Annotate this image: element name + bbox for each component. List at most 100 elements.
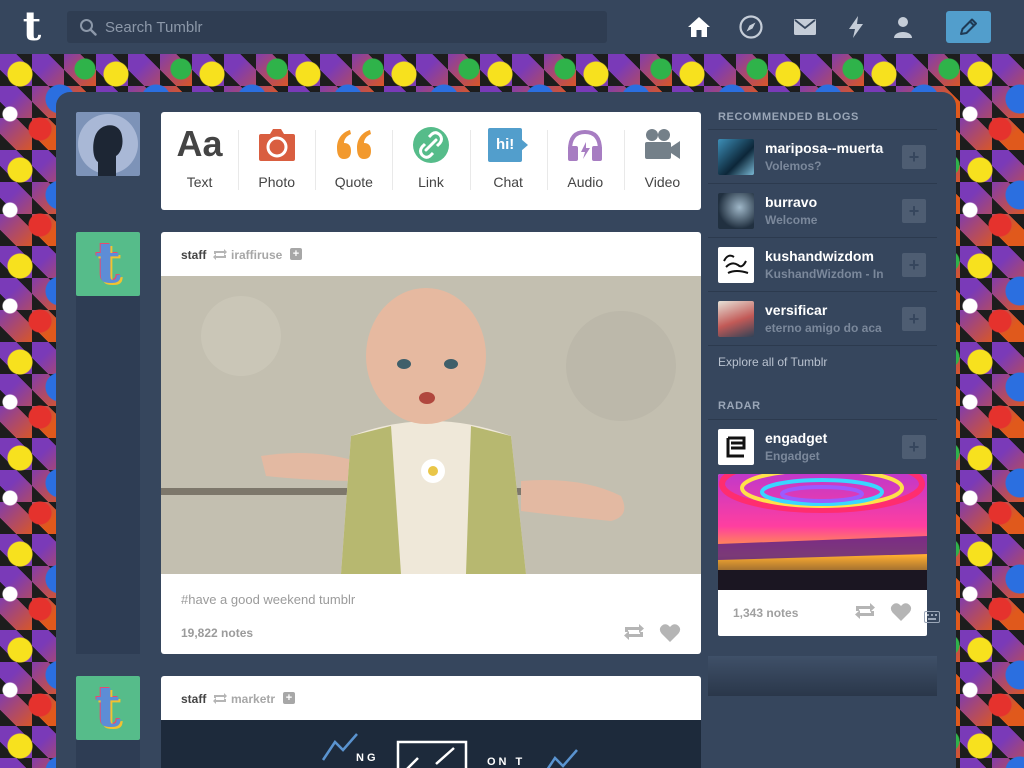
post-author-link[interactable]: staff xyxy=(181,248,206,262)
engadget-logo-icon xyxy=(726,436,746,458)
home-icon[interactable] xyxy=(686,14,712,40)
banner-logo-graphic xyxy=(396,740,468,768)
follow-blog-plus-icon[interactable]: + xyxy=(902,199,926,223)
radar-heading: RADAR xyxy=(718,400,761,412)
blog-name[interactable]: burravo xyxy=(765,194,895,210)
post-type-video-button[interactable]: Video xyxy=(623,112,701,210)
blog-title: eterno amigo do aca xyxy=(765,321,882,335)
compose-post-button[interactable] xyxy=(946,11,991,43)
post-type-label: Quote xyxy=(334,174,373,190)
recommended-blogs-heading: RECOMMENDED BLOGS xyxy=(718,111,859,123)
post-source-link[interactable]: marketr xyxy=(231,692,275,706)
user-silhouette-icon xyxy=(78,114,138,176)
blog-name[interactable]: mariposa--muerta xyxy=(765,140,895,156)
blog-avatar[interactable] xyxy=(718,247,754,283)
blog-avatar[interactable] xyxy=(718,193,754,229)
follow-plus-icon[interactable]: + xyxy=(283,692,295,704)
post-type-photo-button[interactable]: Photo xyxy=(238,112,315,210)
blog-title: Engadget xyxy=(765,449,820,463)
radar-post-footer: 1,343 notes xyxy=(718,590,927,636)
post-type-link-button[interactable]: Link xyxy=(392,112,469,210)
post-author-link[interactable]: staff xyxy=(181,692,206,706)
post-type-label: Video xyxy=(644,174,681,190)
banner-text-right: ON T xyxy=(487,756,526,768)
post-type-audio-button[interactable]: Audio xyxy=(546,112,624,210)
post-type-label: Audio xyxy=(567,174,604,190)
like-heart-icon[interactable] xyxy=(659,623,681,643)
messages-envelope-icon[interactable] xyxy=(792,14,818,40)
follow-blog-plus-icon[interactable]: + xyxy=(902,435,926,459)
banner-arrow-graphic xyxy=(546,749,578,768)
search-input[interactable] xyxy=(105,11,595,43)
quote-icon xyxy=(336,130,371,159)
follow-blog-plus-icon[interactable]: + xyxy=(902,253,926,277)
post-type-chat-button[interactable]: hi! Chat xyxy=(469,112,547,210)
blog-title: Volemos? xyxy=(765,159,822,173)
sidebar-bottom-gradient xyxy=(708,656,937,696)
post-type-label: Photo xyxy=(258,174,295,190)
link-icon xyxy=(412,127,449,163)
post-type-quote-button[interactable]: Quote xyxy=(315,112,392,210)
top-navigation-bar: t xyxy=(0,0,1024,54)
post-footer: 19,822 notes xyxy=(161,614,701,654)
post-type-text-button[interactable]: Aa Text xyxy=(161,112,238,210)
radar-post-card: 1,343 notes xyxy=(718,474,927,636)
avatar-sticky-strip xyxy=(76,740,140,768)
camera-icon xyxy=(258,129,295,161)
search-box[interactable] xyxy=(67,11,607,43)
account-person-icon[interactable] xyxy=(890,14,916,40)
post-type-label: Text xyxy=(186,174,213,190)
video-camera-icon xyxy=(645,129,681,159)
post-avatar-staff[interactable]: t xyxy=(76,232,140,296)
blog-title: KushandWizdom - In xyxy=(765,267,884,281)
follow-plus-icon[interactable]: + xyxy=(290,248,302,260)
post-type-chooser: Aa Text Photo Quote Link hi! Chat Audio … xyxy=(161,112,701,210)
post-caption: #have a good weekend tumblr xyxy=(161,574,701,614)
tumblr-t-avatar-icon: t xyxy=(95,232,121,296)
blog-name[interactable]: versificar xyxy=(765,302,895,318)
follow-blog-plus-icon[interactable]: + xyxy=(902,145,926,169)
post-notes-count[interactable]: 19,822 notes xyxy=(181,626,253,640)
like-heart-icon[interactable] xyxy=(890,602,912,622)
explore-all-link[interactable]: Explore all of Tumblr xyxy=(718,355,827,369)
keyboard-shortcuts-icon[interactable] xyxy=(924,611,940,623)
post-photo-doll[interactable] xyxy=(161,276,701,574)
blog-name[interactable]: engadget xyxy=(765,430,895,446)
blog-name[interactable]: kushandwizdom xyxy=(765,248,895,264)
recommended-blog-item[interactable]: versificar eterno amigo do aca + xyxy=(708,292,937,346)
avatar-sticky-strip xyxy=(76,296,140,654)
follow-blog-plus-icon[interactable]: + xyxy=(902,307,926,331)
banner-arrow-graphic xyxy=(321,733,358,761)
dashboard-container: Aa Text Photo Quote Link hi! Chat Audio … xyxy=(56,92,956,768)
post-type-label: Link xyxy=(418,174,444,190)
reblog-icon[interactable] xyxy=(854,602,876,620)
blog-avatar-engadget[interactable] xyxy=(718,429,754,465)
pencil-icon xyxy=(960,18,977,35)
radar-post-photo[interactable] xyxy=(718,474,927,590)
radar-notes-count[interactable]: 1,343 notes xyxy=(733,606,798,620)
post-banner-image[interactable]: NG ON T xyxy=(161,720,701,768)
tumblr-t-avatar-icon: t xyxy=(95,676,121,740)
tumblr-logo[interactable]: t xyxy=(14,7,50,47)
blog-avatar[interactable] xyxy=(718,301,754,337)
reblog-icon[interactable] xyxy=(623,623,645,641)
explore-compass-icon[interactable] xyxy=(738,14,764,40)
chat-icon: hi! xyxy=(488,128,529,162)
post-tag-link[interactable]: #have a good weekend tumblr xyxy=(181,592,355,607)
text-icon: Aa xyxy=(176,123,223,164)
recommended-blog-item[interactable]: mariposa--muerta Volemos? + xyxy=(708,130,937,184)
post-avatar-staff[interactable]: t xyxy=(76,676,140,740)
blog-title: Welcome xyxy=(765,213,818,227)
reblog-icon xyxy=(213,693,227,704)
blog-avatar[interactable] xyxy=(718,139,754,175)
activity-lightning-icon[interactable] xyxy=(843,14,869,40)
post-header: staff iraffiruse + xyxy=(161,232,701,276)
post-source-link[interactable]: iraffiruse xyxy=(231,248,282,262)
recommended-blog-item[interactable]: burravo Welcome + xyxy=(708,184,937,238)
post-card: staff marketr + NG ON T xyxy=(161,676,701,768)
recommended-blog-item[interactable]: kushandwizdom KushandWizdom - In + xyxy=(708,238,937,292)
radar-blog-item[interactable]: engadget Engadget + xyxy=(708,420,937,474)
post-type-label: Chat xyxy=(493,174,523,190)
search-icon xyxy=(80,19,97,36)
user-avatar[interactable] xyxy=(76,112,140,176)
